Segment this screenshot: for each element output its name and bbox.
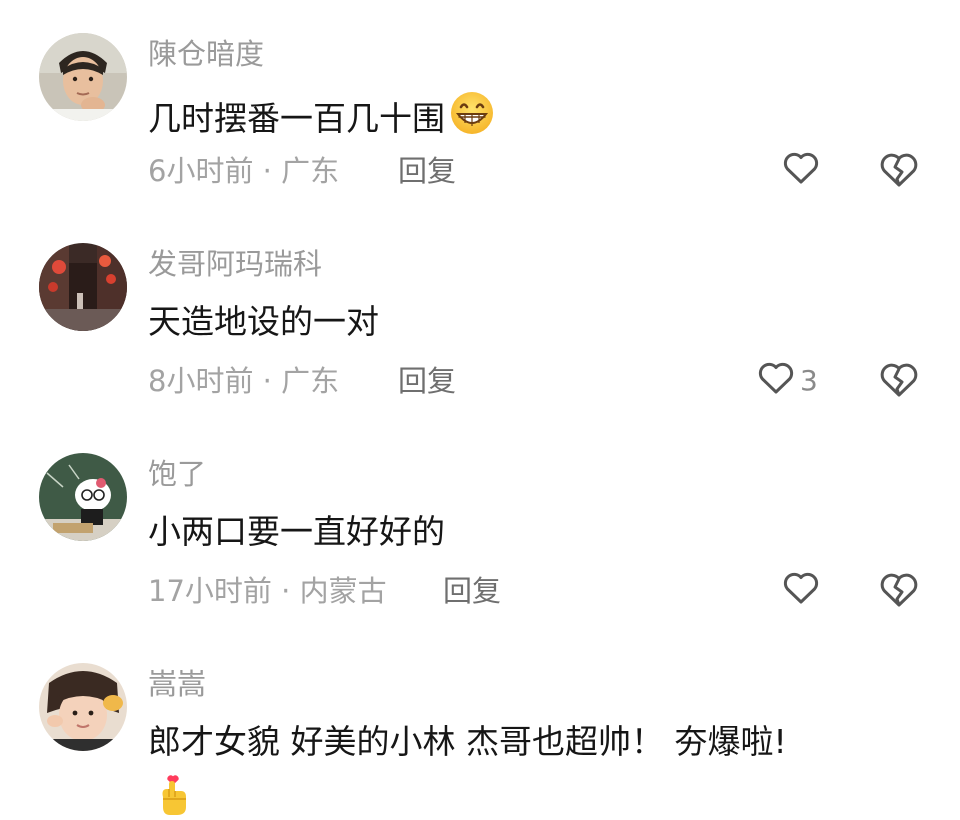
location: 广东 [281,364,340,398]
comment-meta: 8小时前 · 广东 [148,363,339,399]
reply-button[interactable]: 回复 [443,573,501,609]
comment-text: 天造地设的一对 [148,302,379,341]
avatar[interactable] [39,243,127,331]
reply-button[interactable]: 回复 [398,153,456,189]
username[interactable]: 陳仓暗度 [148,36,264,72]
timestamp: 8小时前 [148,364,254,398]
username[interactable]: 饱了 [148,456,206,492]
separator: · [281,574,291,608]
comment-meta: 6小时前 · 广东 [148,153,339,189]
avatar[interactable] [39,33,127,121]
heart-icon [756,358,796,402]
heart-icon [781,568,821,612]
reply-button[interactable]: 回复 [398,363,456,399]
username[interactable]: 嵩嵩 [148,666,206,702]
broken-heart-icon [877,363,921,406]
like-button[interactable]: 3 [756,358,818,402]
separator: · [262,364,272,398]
like-count: 3 [800,363,818,397]
dislike-button[interactable] [877,568,921,612]
broken-heart-icon [877,573,921,616]
grinning-face-emoji-icon [449,90,495,146]
like-button[interactable] [781,148,821,192]
comment-text: 小两口要一直好好的 [148,512,445,551]
comment-meta: 17小时前 · 内蒙古 [148,573,387,609]
location: 广东 [281,154,340,188]
timestamp: 6小时前 [148,154,254,188]
broken-heart-icon [877,153,921,196]
heart-icon [781,148,821,192]
avatar[interactable] [39,663,127,751]
avatar[interactable] [39,453,127,541]
separator: · [262,154,272,188]
dislike-button[interactable] [877,358,921,402]
comment-text: 几时摆番一百几十围 [148,90,495,146]
username[interactable]: 发哥阿玛瑞科 [148,246,322,282]
comment-text: 郎才女貌 好美的小林 杰哥也超帅！ 夯爆啦! [148,722,787,761]
timestamp: 17小时前 [148,574,272,608]
dislike-button[interactable] [877,148,921,192]
location: 内蒙古 [299,574,387,608]
like-button[interactable] [781,568,821,612]
comment-text-content: 几时摆番一百几十围 [148,99,445,138]
finger-heart-emoji-icon [155,775,191,820]
